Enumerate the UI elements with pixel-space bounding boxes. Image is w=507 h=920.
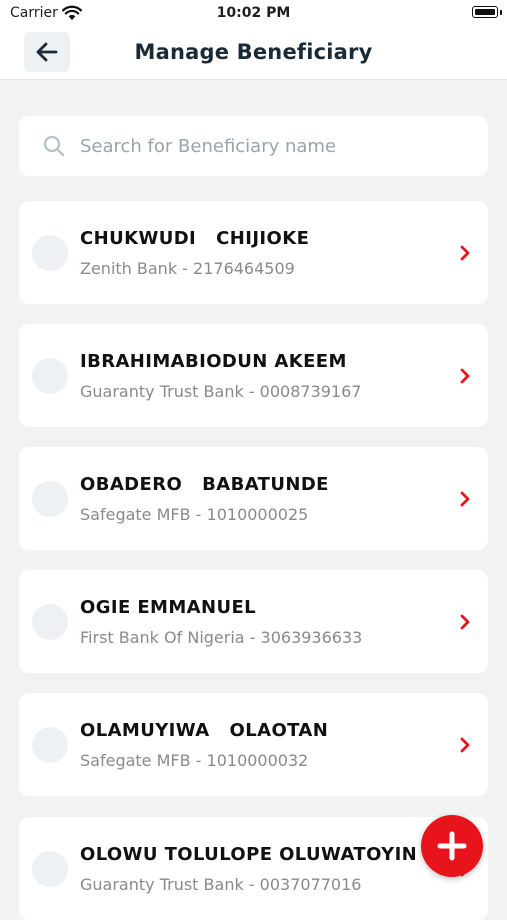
avatar <box>32 604 68 640</box>
beneficiary-name: IBRAHIMABIODUN AKEEM <box>80 351 347 372</box>
beneficiary-bank-account: Safegate MFB - 1010000032 <box>80 751 309 770</box>
avatar <box>32 481 68 517</box>
add-beneficiary-button[interactable] <box>421 815 483 877</box>
chevron-right-icon <box>460 368 470 384</box>
beneficiary-card[interactable]: OLAMUYIWA OLAOTAN Safegate MFB - 1010000… <box>19 693 488 796</box>
avatar <box>32 851 68 887</box>
beneficiary-card[interactable]: OLOWU TOLULOPE OLUWATOYIN Guaranty Trust… <box>19 817 488 920</box>
beneficiary-card[interactable]: IBRAHIMABIODUN AKEEM Guaranty Trust Bank… <box>19 324 488 427</box>
avatar <box>32 358 68 394</box>
chevron-right-icon <box>460 614 470 630</box>
beneficiary-name: OLAMUYIWA OLAOTAN <box>80 720 329 741</box>
status-bar: Carrier 10:02 PM <box>0 0 507 28</box>
battery-tip <box>500 10 502 15</box>
beneficiary-name: OBADERO BABATUNDE <box>80 474 329 495</box>
avatar <box>32 235 68 271</box>
status-time: 10:02 PM <box>216 5 291 21</box>
chevron-right-icon <box>460 491 470 507</box>
beneficiary-bank-account: Guaranty Trust Bank - 0037077016 <box>80 875 362 894</box>
beneficiary-name: OLOWU TOLULOPE OLUWATOYIN <box>80 844 418 865</box>
search-bar[interactable] <box>19 116 488 176</box>
app-header: Manage Beneficiary <box>0 28 507 80</box>
battery-icon <box>472 6 498 18</box>
plus-icon <box>437 831 467 861</box>
chevron-right-icon <box>460 737 470 753</box>
search-input[interactable] <box>78 134 472 158</box>
beneficiary-name: OGIE EMMANUEL <box>80 597 257 618</box>
beneficiary-name: CHUKWUDI CHIJIOKE <box>80 228 310 249</box>
beneficiary-card[interactable]: CHUKWUDI CHIJIOKE Zenith Bank - 21764645… <box>19 201 488 304</box>
beneficiary-card[interactable]: OGIE EMMANUEL First Bank Of Nigeria - 30… <box>19 570 488 673</box>
beneficiary-bank-account: Safegate MFB - 1010000025 <box>80 505 309 524</box>
beneficiary-bank-account: Guaranty Trust Bank - 0008739167 <box>80 382 362 401</box>
beneficiary-bank-account: Zenith Bank - 2176464509 <box>80 259 295 278</box>
search-icon <box>43 135 65 157</box>
avatar <box>32 727 68 763</box>
chevron-right-icon <box>460 245 470 261</box>
beneficiary-bank-account: First Bank Of Nigeria - 3063936633 <box>80 628 363 647</box>
page-title: Manage Beneficiary <box>134 40 373 64</box>
beneficiary-card[interactable]: OBADERO BABATUNDE Safegate MFB - 1010000… <box>19 447 488 550</box>
